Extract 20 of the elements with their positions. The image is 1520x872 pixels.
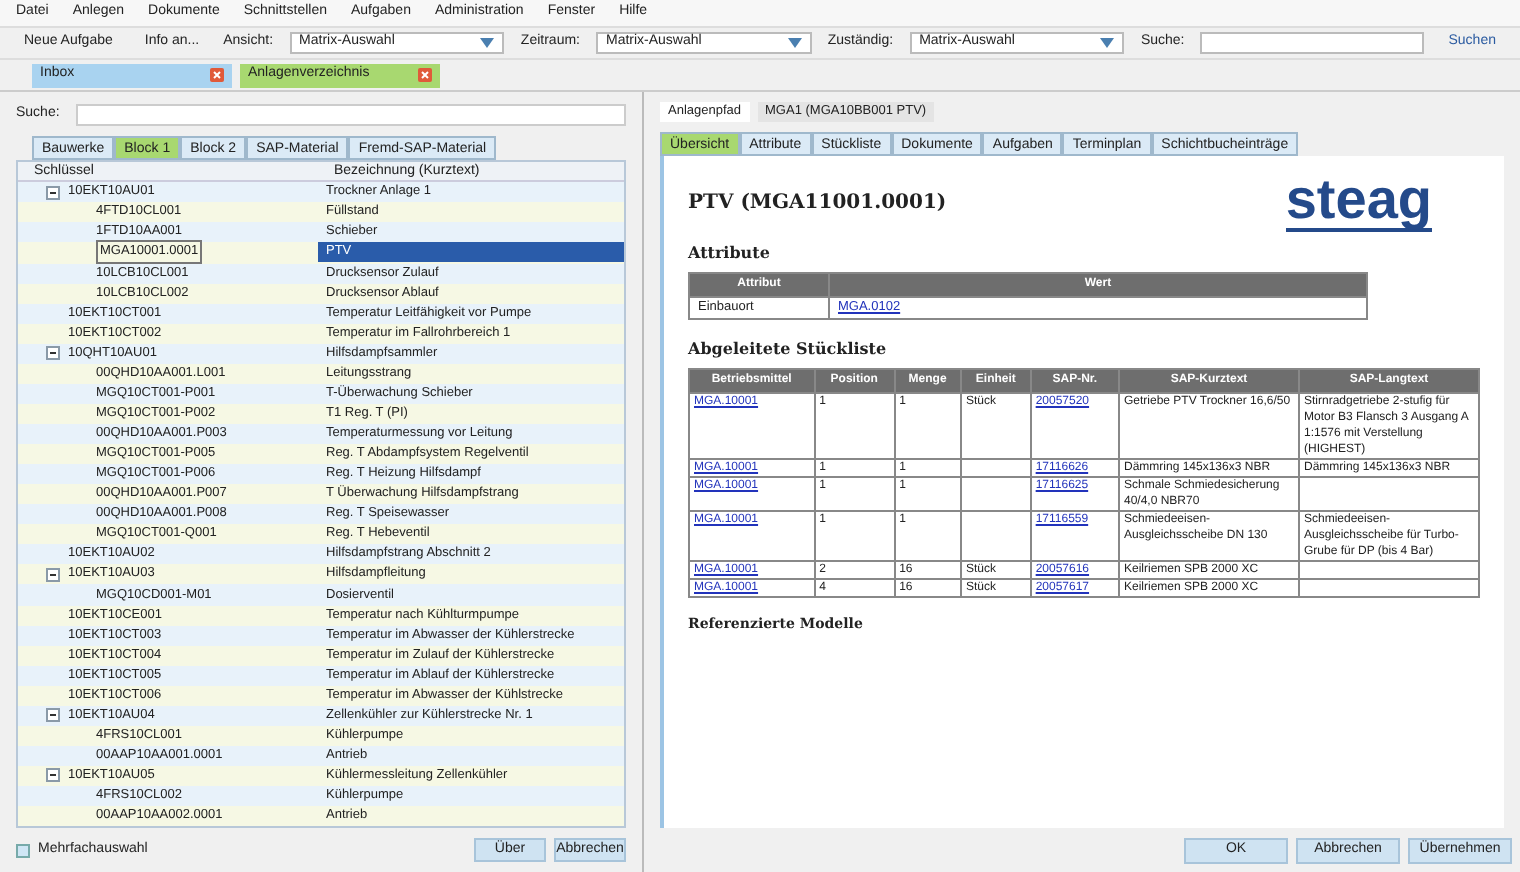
table-cell [961,477,1031,511]
collapse-icon[interactable] [46,768,60,783]
search-field[interactable] [1200,32,1425,54]
section-heading: Abgeleitete Stückliste [688,336,889,360]
section-heading: Attribute [688,240,772,264]
page-title: PTV (MGA11001.0001) [688,189,947,217]
checkbox[interactable] [16,843,30,857]
search-field[interactable] [75,103,626,125]
close-icon[interactable] [210,68,224,82]
collapse-icon[interactable] [46,567,60,582]
collapse-icon[interactable] [46,708,60,723]
dropdown-arrow-icon [1100,38,1115,48]
dropdown-arrow-icon [787,38,802,48]
dropdown-arrow-icon [480,38,495,48]
table-cell [961,511,1031,561]
table-cell [961,459,1031,477]
logo: steag [1285,172,1432,232]
close-icon[interactable] [418,68,432,82]
collapse-icon[interactable] [46,185,60,200]
collapse-icon[interactable] [46,346,60,361]
